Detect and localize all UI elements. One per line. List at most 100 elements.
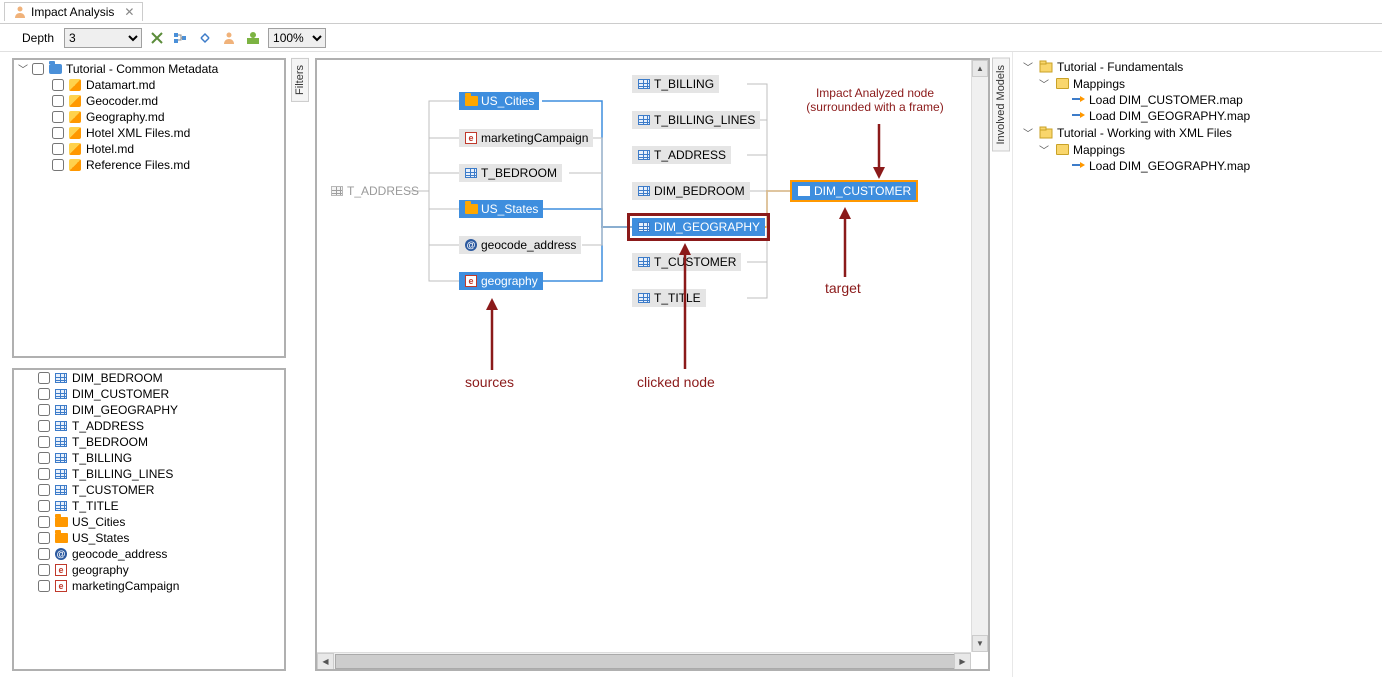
right-tree-folder[interactable]: ﹀Mappings	[1021, 141, 1376, 158]
node-dim-customer-target[interactable]: DIM_CUSTOMER	[792, 182, 916, 200]
tool-icon-1[interactable]	[148, 29, 166, 47]
list-item[interactable]: US_States	[14, 530, 284, 546]
right-tree-project[interactable]: ﹀Tutorial - Working with XML Files	[1021, 124, 1376, 141]
tree-item[interactable]: Hotel.md	[14, 141, 284, 157]
node-marketing[interactable]: emarketingCampaign	[459, 129, 593, 147]
list-item[interactable]: @geocode_address	[14, 546, 284, 562]
list-item[interactable]: DIM_BEDROOM	[14, 370, 284, 386]
right-tree-map[interactable]: Load DIM_CUSTOMER.map	[1021, 92, 1376, 108]
list-item-label: DIM_BEDROOM	[72, 371, 163, 385]
tree-root-row[interactable]: ﹀ Tutorial - Common Metadata	[14, 60, 284, 77]
list-item[interactable]: emarketingCampaign	[14, 578, 284, 594]
list-checkbox[interactable]	[38, 500, 50, 512]
tool-icon-2[interactable]	[172, 29, 190, 47]
list-checkbox[interactable]	[38, 532, 50, 544]
tree-checkbox[interactable]	[52, 111, 64, 123]
md-icon	[68, 158, 82, 172]
tab-impact-analysis[interactable]: Impact Analysis ✕	[4, 2, 143, 21]
right-tree-folder[interactable]: ﹀ Mappings	[1021, 75, 1376, 92]
list-checkbox[interactable]	[38, 580, 50, 592]
md-icon	[68, 110, 82, 124]
list-checkbox[interactable]	[38, 436, 50, 448]
chevron-down-icon[interactable]: ﹀	[1023, 125, 1035, 140]
scroll-down-icon[interactable]: ▼	[972, 635, 988, 652]
filters-side-tab[interactable]: Filters	[291, 58, 309, 102]
right-tree-map[interactable]: Load DIM_GEOGRAPHY.map	[1021, 108, 1376, 124]
chevron-down-icon[interactable]: ﹀	[1039, 76, 1051, 91]
node-label: geography	[481, 274, 538, 288]
tree-root-checkbox[interactable]	[32, 63, 44, 75]
list-checkbox[interactable]	[38, 372, 50, 384]
right-tree-project[interactable]: ﹀Tutorial - Fundamentals	[1021, 58, 1376, 75]
chevron-down-icon[interactable]: ﹀	[1039, 142, 1051, 157]
tree-checkbox[interactable]	[52, 127, 64, 139]
tree-checkbox[interactable]	[52, 95, 64, 107]
list-item[interactable]: T_CUSTOMER	[14, 482, 284, 498]
table-icon	[54, 403, 68, 417]
scroll-left-icon[interactable]: ◀	[317, 653, 334, 670]
list-item[interactable]: T_BEDROOM	[14, 434, 284, 450]
scroll-up-icon[interactable]: ▲	[972, 60, 988, 77]
node-t_address2[interactable]: T_ADDRESS	[632, 146, 731, 164]
depth-label: Depth	[6, 31, 58, 45]
zoom-select[interactable]: 100%	[268, 28, 326, 48]
node-dim_geography[interactable]: DIM_GEOGRAPHY	[632, 218, 765, 236]
node-geography[interactable]: egeography	[459, 272, 543, 290]
list-checkbox[interactable]	[38, 404, 50, 416]
list-item[interactable]: DIM_CUSTOMER	[14, 386, 284, 402]
list-checkbox[interactable]	[38, 548, 50, 560]
diagram-canvas[interactable]: T_ADDRESS US_Cities emarketingCampaign T_B…	[315, 58, 990, 671]
node-t_billing_lines[interactable]: T_BILLING_LINES	[632, 111, 760, 129]
depth-select[interactable]: 3	[64, 28, 142, 48]
right-tree-map[interactable]: Load DIM_GEOGRAPHY.map	[1021, 158, 1376, 174]
tree-checkbox[interactable]	[52, 143, 64, 155]
tree-item-label: Hotel XML Files.md	[86, 126, 190, 140]
e-icon: e	[464, 274, 478, 288]
list-item[interactable]: US_Cities	[14, 514, 284, 530]
scroll-thumb[interactable]	[335, 654, 955, 669]
list-item[interactable]: DIM_GEOGRAPHY	[14, 402, 284, 418]
node-t_bedroom[interactable]: T_BEDROOM	[459, 164, 562, 182]
node-dim_bedroom[interactable]: DIM_BEDROOM	[632, 182, 750, 200]
involved-models-side-tab[interactable]: Involved Models	[992, 58, 1010, 152]
chevron-down-icon[interactable]: ﹀	[1023, 59, 1035, 74]
scroll-right-icon[interactable]: ▶	[954, 653, 971, 670]
list-item[interactable]: T_TITLE	[14, 498, 284, 514]
tree-item[interactable]: Datamart.md	[14, 77, 284, 93]
tree-checkbox[interactable]	[52, 159, 64, 171]
table-icon	[464, 166, 478, 180]
list-checkbox[interactable]	[38, 484, 50, 496]
tree-item[interactable]: Hotel XML Files.md	[14, 125, 284, 141]
tool-icon-4[interactable]	[220, 29, 238, 47]
node-label: T_BILLING_LINES	[654, 113, 755, 127]
list-item[interactable]: egeography	[14, 562, 284, 578]
tool-icon-5[interactable]	[244, 29, 262, 47]
list-item[interactable]: T_BILLING	[14, 450, 284, 466]
list-checkbox[interactable]	[38, 564, 50, 576]
list-checkbox[interactable]	[38, 516, 50, 528]
tree-item[interactable]: Geography.md	[14, 109, 284, 125]
tree-item[interactable]: Geocoder.md	[14, 93, 284, 109]
node-us_cities[interactable]: US_Cities	[459, 92, 539, 110]
project-icon	[1039, 126, 1053, 140]
node-us_states[interactable]: US_States	[459, 200, 543, 218]
node-t_billing[interactable]: T_BILLING	[632, 75, 719, 93]
node-t-address-src[interactable]: T_ADDRESS	[325, 182, 424, 200]
list-item-label: T_ADDRESS	[72, 419, 144, 433]
chevron-down-icon[interactable]: ﹀	[18, 61, 28, 76]
horizontal-scrollbar[interactable]: ◀ ▶	[317, 652, 971, 669]
node-geocode[interactable]: @geocode_address	[459, 236, 581, 254]
close-icon[interactable]: ✕	[124, 5, 134, 19]
vertical-scrollbar[interactable]: ▲ ▼	[971, 60, 988, 652]
right-tree-label: Mappings	[1073, 77, 1125, 91]
table-icon	[637, 113, 651, 127]
tree-item[interactable]: Reference Files.md	[14, 157, 284, 173]
list-checkbox[interactable]	[38, 388, 50, 400]
list-checkbox[interactable]	[38, 468, 50, 480]
list-item[interactable]: T_ADDRESS	[14, 418, 284, 434]
list-checkbox[interactable]	[38, 452, 50, 464]
tool-icon-3[interactable]	[196, 29, 214, 47]
list-checkbox[interactable]	[38, 420, 50, 432]
tree-checkbox[interactable]	[52, 79, 64, 91]
list-item[interactable]: T_BILLING_LINES	[14, 466, 284, 482]
